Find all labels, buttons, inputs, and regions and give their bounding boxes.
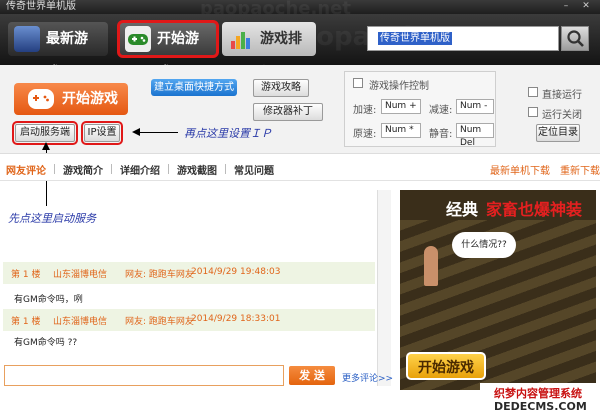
minimize-icon[interactable]: – xyxy=(560,1,572,12)
tab-intro[interactable]: 游戏简介 xyxy=(63,162,103,177)
speed-up-label: 加速: xyxy=(353,105,377,116)
slow-down-label: 减速: xyxy=(429,105,453,116)
nav-start-game-button[interactable]: 开始游戏 xyxy=(117,20,219,81)
redownload-link[interactable]: 重新下载 xyxy=(560,162,600,177)
comment-user: 网友: 跑跑车网友 xyxy=(125,317,194,327)
comment-floor: 第 1 楼 xyxy=(11,317,41,327)
tab-faq[interactable]: 常见问题 xyxy=(234,162,274,177)
annotation-server: 先点这里启动服务 xyxy=(8,212,96,225)
send-button[interactable]: 发 送 xyxy=(289,366,335,385)
slow-down-key-field[interactable]: Num - xyxy=(456,99,494,114)
header: paopaoche.net 最新游戏 开始游戏 游戏排行 传奇世界单机版 xyxy=(0,14,600,81)
mute-label: 静音: xyxy=(429,129,453,140)
panel-title: 游戏操作控制 xyxy=(369,81,429,92)
game-advertisement[interactable]: 经典 家畜也爆神装 什么情况?? 开始游戏 xyxy=(400,190,596,390)
comment-text: 有GM命令吗 ?? xyxy=(14,338,78,348)
ad-title-highlight: 家畜也爆神装 xyxy=(486,200,583,219)
tab-comments[interactable]: 网友评论 xyxy=(6,162,46,177)
original-speed-label: 原速: xyxy=(353,129,377,140)
comment-text: 有GM命令吗，咧 xyxy=(14,295,83,305)
comment-location: 山东淄博电信 xyxy=(53,317,108,327)
start-server-button[interactable]: 启动服务端 xyxy=(12,121,78,145)
more-comments-link[interactable]: 更多评论>> xyxy=(342,371,393,384)
ad-speech-bubble: 什么情况?? xyxy=(452,232,516,258)
mute-key-field[interactable]: Num Del xyxy=(456,123,494,148)
tab-bar: 网友评论 游戏简介 详细介绍 游戏截图 常见问题 最新单机下载 重新下载 xyxy=(0,153,600,181)
comment-time: 2014/9/29 19:48:03 xyxy=(191,267,281,277)
close-after-run-checkbox[interactable] xyxy=(528,107,538,117)
comment-time: 2014/9/29 18:33:01 xyxy=(191,314,281,324)
tab-divider xyxy=(111,164,112,174)
latest-download-link[interactable]: 最新单机下载 xyxy=(490,162,550,177)
ad-title: 经典 xyxy=(446,200,479,219)
gamepad-icon xyxy=(125,26,151,52)
tab-divider xyxy=(225,164,226,174)
original-speed-key-field[interactable]: Num * xyxy=(381,123,421,138)
close-after-run-label: 运行关闭 xyxy=(542,110,582,121)
ad-character xyxy=(424,246,438,286)
new-games-icon xyxy=(14,26,40,52)
tab-details[interactable]: 详细介绍 xyxy=(120,162,160,177)
logo-line-2: DEDECMS.COM xyxy=(494,400,587,413)
open-directory-button[interactable]: 定位目录 xyxy=(536,124,580,142)
start-game-button[interactable]: 开始游戏 xyxy=(14,83,128,115)
gamepad-icon xyxy=(28,89,54,109)
search-button[interactable] xyxy=(561,26,589,51)
comment-header: 第 1 楼 山东淄博电信 网友: 跑跑车网友 2014/9/29 19:48:0… xyxy=(3,262,375,284)
game-control-panel: 游戏操作控制 加速: Num + 减速: Num - 原速: Num * 静音:… xyxy=(344,71,496,148)
annotation-ip: 再点这里设置ＩＰ xyxy=(184,127,272,140)
game-control-checkbox[interactable] xyxy=(353,78,363,88)
direct-run-checkbox[interactable] xyxy=(528,87,538,97)
tab-divider xyxy=(168,164,169,174)
nav-new-games-button[interactable]: 最新游戏 xyxy=(8,22,108,81)
title-bar: 传奇世界单机版 paopaoche.net – ✕ xyxy=(0,0,600,18)
direct-run-label: 直接运行 xyxy=(542,90,582,101)
search-icon xyxy=(567,30,584,47)
comments-scrollbar[interactable] xyxy=(377,190,391,386)
ad-play-button[interactable]: 开始游戏 xyxy=(406,352,486,380)
start-game-label: 开始游戏 xyxy=(62,91,118,107)
tab-screenshots[interactable]: 游戏截图 xyxy=(177,162,217,177)
search-input[interactable]: 传奇世界单机版 xyxy=(367,26,559,51)
patch-button[interactable]: 修改器补丁 xyxy=(253,103,323,121)
create-shortcut-button[interactable]: 建立桌面快捷方式 xyxy=(151,79,237,96)
logo-line-1: 织梦内容管理系统 xyxy=(494,387,582,400)
close-icon[interactable]: ✕ xyxy=(580,1,592,12)
ip-settings-button[interactable]: IP设置 xyxy=(81,121,123,145)
nav-ranking-button[interactable]: 游戏排行 xyxy=(222,22,316,81)
comment-floor: 第 1 楼 xyxy=(11,270,41,280)
comment-user: 网友: 跑跑车网友 xyxy=(125,270,194,280)
annotation-arrow-ip xyxy=(132,128,178,136)
tab-divider xyxy=(54,164,55,174)
search-input-value: 传奇世界单机版 xyxy=(378,32,452,45)
comment-header: 第 1 楼 山东淄博电信 网友: 跑跑车网友 2014/9/29 18:33:0… xyxy=(3,309,375,331)
dedecms-logo: 织梦内容管理系统 DEDECMS.COM xyxy=(480,383,598,415)
strategy-button[interactable]: 游戏攻略 xyxy=(253,79,309,97)
speed-up-key-field[interactable]: Num + xyxy=(381,99,421,114)
comment-input[interactable] xyxy=(4,365,284,386)
control-area: 开始游戏 建立桌面快捷方式 游戏攻略 修改器补丁 启动服务端 IP设置 游戏操作… xyxy=(0,65,600,153)
bar-chart-icon xyxy=(228,26,254,52)
comment-location: 山东淄博电信 xyxy=(53,270,108,280)
window-title: 传奇世界单机版 xyxy=(6,1,76,12)
